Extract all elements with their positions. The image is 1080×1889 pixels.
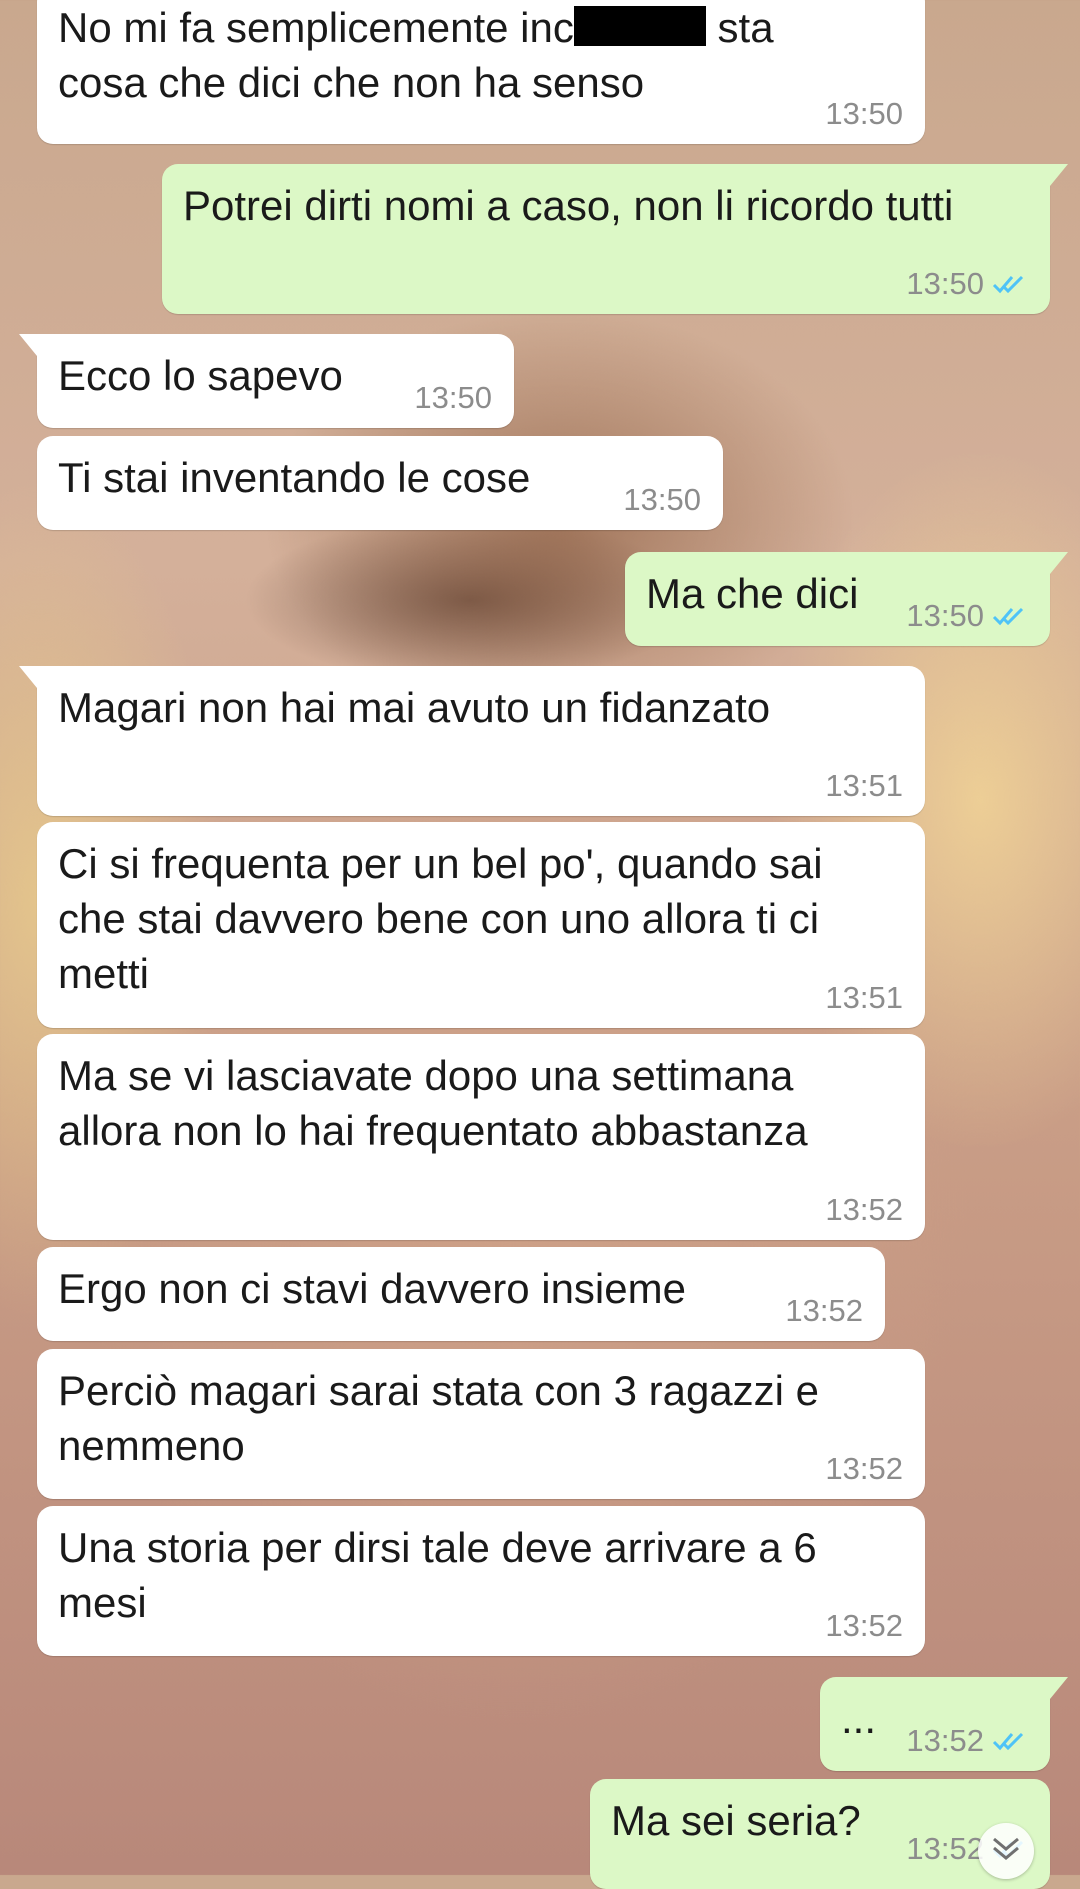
message-text: Magari non hai mai avuto un fidanzato	[58, 684, 771, 731]
message-incoming[interactable]: No mi fa semplicemente inc sta cosa che …	[37, 0, 925, 144]
message-meta: 13:52	[825, 1192, 903, 1228]
message-incoming[interactable]: Ci si frequenta per un bel po', quando s…	[37, 822, 925, 1028]
message-time: 13:50	[825, 96, 903, 131]
message-meta: 13:52	[785, 1293, 863, 1329]
message-time: 13:50	[414, 380, 492, 415]
message-meta: 13:51	[825, 980, 903, 1016]
message-text: Ergo non ci stavi davvero insieme	[58, 1265, 686, 1312]
message-incoming[interactable]: Perciò magari sarai stata con 3 ragazzi …	[37, 1349, 925, 1499]
message-meta: 13:50	[414, 380, 492, 416]
double-check-icon	[992, 273, 1028, 295]
message-time: 13:51	[825, 768, 903, 803]
chat-message-list[interactable]: No mi fa semplicemente inc sta cosa che …	[0, 0, 1080, 1889]
message-outgoing[interactable]: ... 13:52	[820, 1677, 1068, 1771]
double-check-icon	[992, 605, 1028, 627]
message-incoming[interactable]: Ti stai inventando le cose 13:50	[37, 436, 723, 530]
message-time: 13:50	[906, 598, 984, 633]
message-text: No mi fa semplicemente inc sta cosa che …	[58, 4, 774, 106]
message-time: 13:52	[906, 1831, 984, 1866]
message-time: 13:52	[825, 1608, 903, 1643]
message-text: Ma se vi lasciavate dopo una settimana a…	[58, 1052, 808, 1154]
double-check-icon	[992, 1730, 1028, 1752]
message-text: Ti stai inventando le cose	[58, 454, 531, 501]
message-meta: 13:50	[906, 266, 1028, 302]
message-outgoing[interactable]: Potrei dirti nomi a caso, non li ricordo…	[162, 164, 1068, 314]
message-incoming[interactable]: Una storia per dirsi tale deve arrivare …	[37, 1506, 925, 1656]
message-meta: 13:50	[825, 96, 903, 132]
message-time: 13:50	[906, 266, 984, 301]
message-incoming[interactable]: Ecco lo sapevo 13:50	[19, 334, 514, 428]
message-text: Ci si frequenta per un bel po', quando s…	[58, 840, 823, 997]
message-outgoing[interactable]: Ma sei seria? 13:52	[590, 1779, 1050, 1889]
message-text: Una storia per dirsi tale deve arrivare …	[58, 1524, 817, 1626]
chevron-double-down-icon	[989, 1834, 1023, 1869]
message-incoming[interactable]: Ergo non ci stavi davvero insieme 13:52	[37, 1247, 885, 1341]
message-incoming[interactable]: Magari non hai mai avuto un fidanzato 13…	[19, 666, 925, 816]
scroll-to-bottom-button[interactable]	[978, 1823, 1034, 1879]
message-time: 13:51	[825, 980, 903, 1015]
message-text: Perciò magari sarai stata con 3 ragazzi …	[58, 1367, 820, 1469]
message-incoming[interactable]: Ma se vi lasciavate dopo una settimana a…	[37, 1034, 925, 1240]
message-outgoing[interactable]: Ma che dici 13:50	[625, 552, 1068, 646]
message-time: 13:52	[906, 1723, 984, 1758]
message-time: 13:52	[785, 1293, 863, 1328]
redacted-block	[573, 6, 706, 46]
message-time: 13:50	[623, 482, 701, 517]
message-meta: 13:52	[825, 1608, 903, 1644]
message-meta: 13:52	[825, 1451, 903, 1487]
message-meta: 13:50	[906, 598, 1028, 634]
message-time: 13:52	[825, 1192, 903, 1227]
message-meta: 13:52	[906, 1723, 1028, 1759]
message-meta: 13:50	[623, 482, 701, 518]
message-meta: 13:51	[825, 768, 903, 804]
message-text: Potrei dirti nomi a caso, non li ricordo…	[183, 182, 954, 229]
message-time: 13:52	[825, 1451, 903, 1486]
